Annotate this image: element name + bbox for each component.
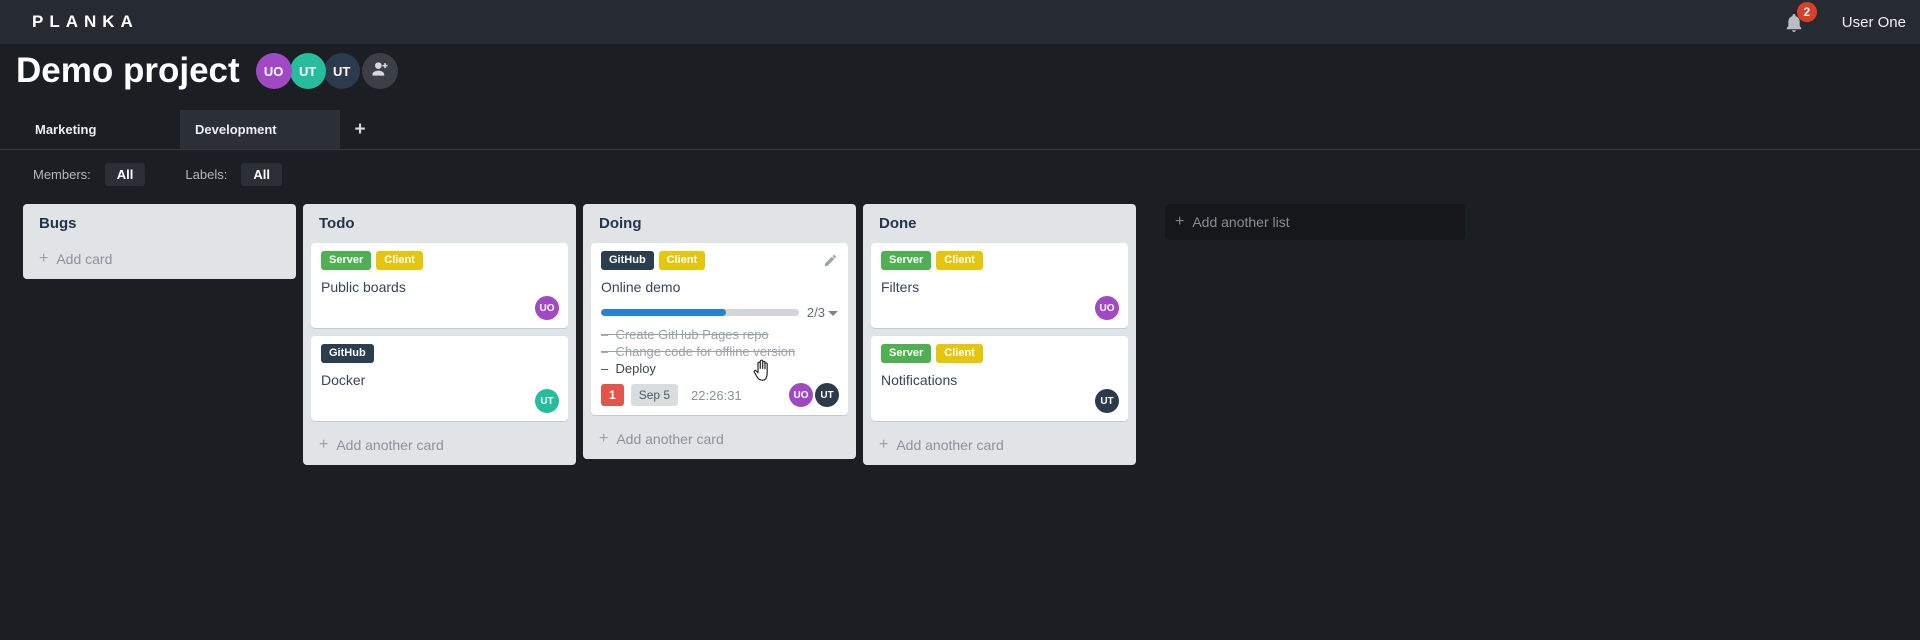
plus-icon: +	[879, 436, 889, 453]
add-card-label: Add another card	[336, 437, 444, 453]
board-tabbar: Marketing Development +	[0, 110, 1920, 150]
member-avatar: UT	[1095, 389, 1119, 413]
project-header: Demo project UO UT UT	[16, 48, 398, 94]
card-name: Filters	[881, 279, 920, 295]
label-server: Server	[321, 251, 372, 270]
board: Bugs + Add card Todo Server Client Publi…	[23, 204, 1465, 465]
card-name: Docker	[321, 372, 366, 388]
member-avatar: UO	[1095, 296, 1119, 320]
card-filters[interactable]: Server Client Filters UO	[871, 243, 1128, 328]
plus-icon: +	[354, 118, 366, 140]
notification-badge: 1	[601, 384, 624, 406]
progress-fill	[601, 309, 726, 316]
task-item: Create GitHub Pages repo	[601, 326, 838, 343]
label-client: Client	[936, 251, 983, 270]
label-server: Server	[881, 251, 932, 270]
plus-icon: +	[599, 430, 609, 447]
label-client: Client	[936, 344, 983, 363]
stopwatch-value[interactable]: 22:26:31	[691, 388, 742, 403]
topbar: PLANKA 2 User One	[0, 0, 1920, 44]
card-members: UT	[535, 389, 559, 413]
member-avatar[interactable]: UT	[289, 53, 326, 89]
notifications-button[interactable]: 2	[1782, 2, 1817, 35]
project-members: UO UT UT	[255, 53, 398, 89]
add-another-card-button[interactable]: + Add another card	[591, 423, 848, 451]
card-notifications[interactable]: Server Client Notifications UT	[871, 336, 1128, 421]
card-online-demo[interactable]: GitHub Client Online demo 2/3 Create Git…	[591, 243, 848, 415]
chevron-down-icon	[828, 311, 838, 316]
member-avatar[interactable]: UT	[323, 53, 360, 89]
card-labels: Server Client	[881, 251, 1118, 270]
member-avatar: UO	[535, 296, 559, 320]
task-item: Deploy	[601, 360, 838, 377]
label-server: Server	[881, 344, 932, 363]
label-github: GitHub	[601, 251, 654, 270]
add-another-card-button[interactable]: + Add another card	[311, 429, 568, 457]
task-list: Create GitHub Pages repo Change code for…	[601, 326, 838, 377]
card-labels: Server Client	[321, 251, 558, 270]
tab-marketing[interactable]: Marketing	[20, 110, 180, 149]
tab-development[interactable]: Development	[180, 110, 340, 149]
card-docker[interactable]: GitHub Docker UT	[311, 336, 568, 421]
add-list-label: Add another list	[1192, 214, 1290, 230]
add-member-button[interactable]	[361, 53, 398, 89]
filterbar: Members: All Labels: All	[33, 163, 322, 186]
card-members: UT	[1095, 389, 1119, 413]
card-labels: GitHub	[321, 344, 558, 363]
label-github: GitHub	[321, 344, 374, 363]
labels-filter-label: Labels:	[185, 167, 228, 182]
plus-icon: +	[1175, 213, 1185, 230]
members-filter-label: Members:	[33, 167, 91, 182]
plus-icon: +	[39, 250, 49, 267]
card-name: Online demo	[601, 279, 681, 295]
project-title[interactable]: Demo project	[16, 48, 240, 94]
add-card-label: Add card	[56, 251, 113, 267]
list-bugs: Bugs + Add card	[23, 204, 296, 279]
add-another-list-button[interactable]: + Add another list	[1165, 204, 1465, 240]
progress-track	[601, 309, 799, 316]
label-client: Client	[658, 251, 706, 270]
list-todo: Todo Server Client Public boards UO GitH…	[303, 204, 576, 465]
card-name: Notifications	[881, 372, 958, 388]
add-card-button[interactable]: + Add card	[31, 243, 288, 271]
progress-toggle[interactable]: 2/3	[807, 305, 838, 320]
user-menu[interactable]: User One	[1842, 14, 1906, 31]
person-plus-icon	[370, 59, 390, 84]
add-card-label: Add another card	[896, 437, 1004, 453]
add-board-button[interactable]: +	[342, 110, 378, 149]
card-labels: GitHub Client	[601, 251, 838, 270]
add-another-card-button[interactable]: + Add another card	[871, 429, 1128, 457]
task-progress: 2/3	[601, 305, 838, 320]
task-item: Change code for offline version	[601, 343, 838, 360]
app-logo[interactable]: PLANKA	[32, 12, 139, 32]
list-doing: Doing GitHub Client Online demo 2/3 – Cr…	[583, 204, 856, 459]
card-name: Public boards	[321, 279, 406, 295]
member-avatar: UO	[789, 383, 813, 407]
list-title[interactable]: Bugs	[31, 210, 288, 243]
card-members: UO	[535, 296, 559, 320]
card-labels: Server Client	[881, 344, 1118, 363]
progress-count: 2/3	[806, 305, 825, 320]
member-avatar: UT	[815, 383, 839, 407]
card-members: UO	[1095, 296, 1119, 320]
list-done: Done Server Client Filters UO Server Cli…	[863, 204, 1136, 465]
member-avatar[interactable]: UO	[255, 53, 292, 89]
notification-count-badge: 2	[1796, 2, 1817, 22]
list-title[interactable]: Done	[871, 210, 1128, 243]
due-date-badge[interactable]: Sep 5	[630, 384, 679, 406]
label-client: Client	[376, 251, 423, 270]
labels-filter-value[interactable]: All	[241, 163, 282, 186]
list-title[interactable]: Doing	[591, 210, 848, 243]
add-card-label: Add another card	[616, 431, 724, 447]
edit-card-button[interactable]	[823, 253, 838, 273]
list-title[interactable]: Todo	[311, 210, 568, 243]
member-avatar: UT	[535, 389, 559, 413]
topbar-right: 2 User One	[1782, 2, 1906, 35]
card-members: UO UT	[789, 383, 839, 407]
card-public-boards[interactable]: Server Client Public boards UO	[311, 243, 568, 328]
plus-icon: +	[319, 436, 329, 453]
members-filter-value[interactable]: All	[104, 163, 146, 186]
